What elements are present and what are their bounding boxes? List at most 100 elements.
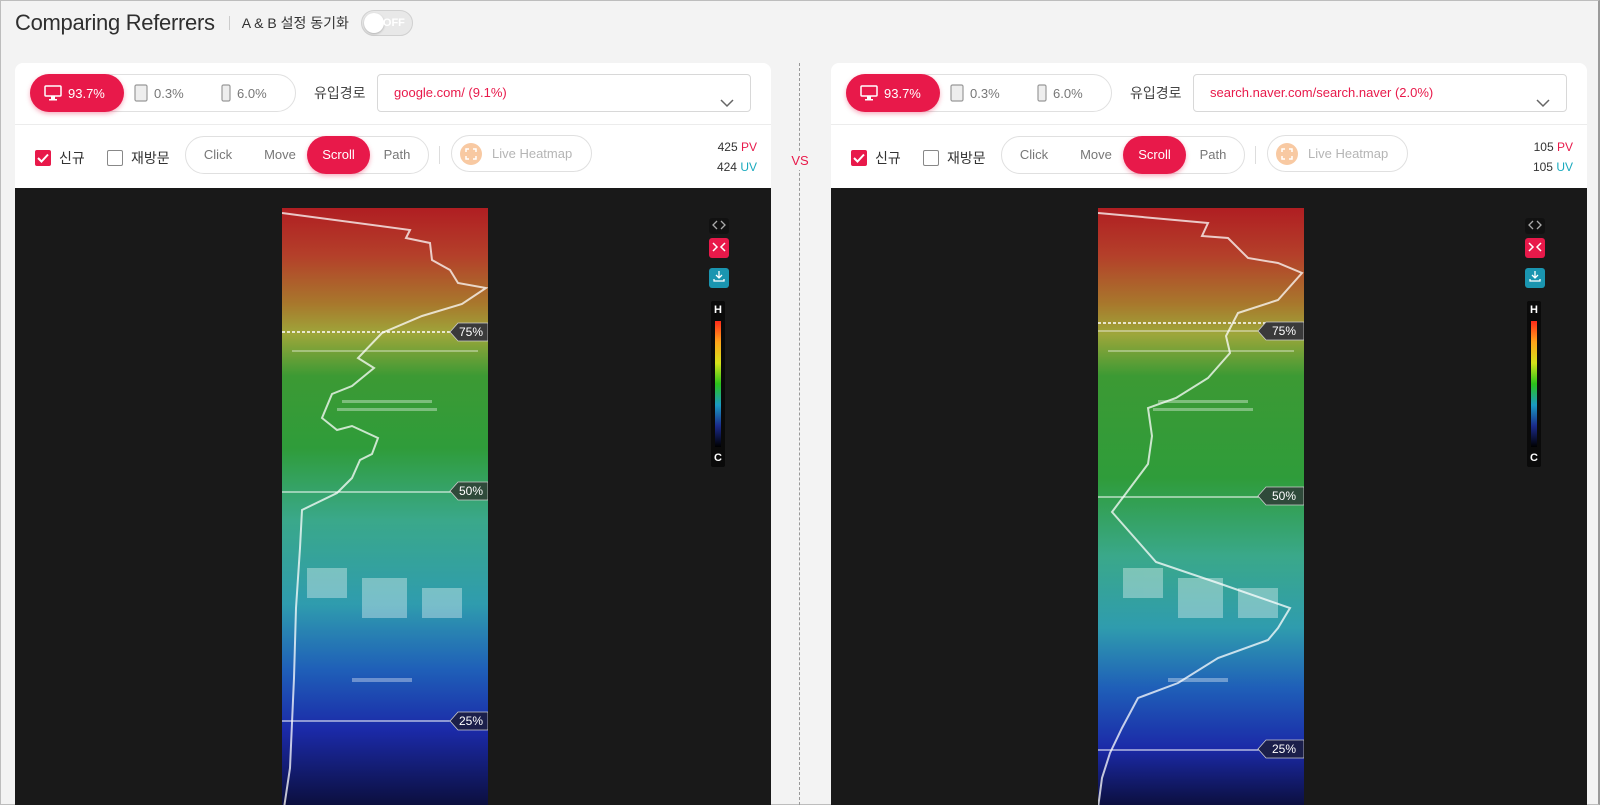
desktop-icon bbox=[860, 85, 878, 101]
pv-stat: 425 PV bbox=[717, 137, 757, 157]
filter-new-visitors[interactable]: 신규 bbox=[851, 148, 901, 168]
live-heatmap-label: Live Heatmap bbox=[492, 146, 573, 161]
panel-a-toolbar-bottom: 신규 재방문 Click Move Scroll Path Live Heatm… bbox=[15, 125, 771, 188]
vs-divider bbox=[799, 63, 800, 805]
filter-new-label: 신규 bbox=[875, 150, 901, 166]
live-heatmap-button[interactable]: Live Heatmap bbox=[1267, 135, 1408, 172]
marker-label-25: 25% bbox=[1272, 742, 1296, 756]
referrer-label: 유입경로 bbox=[1130, 85, 1182, 101]
uv-stat: 105 UV bbox=[1533, 157, 1573, 177]
toolbar-divider bbox=[439, 146, 440, 164]
device-desktop-button[interactable]: 93.7% bbox=[30, 74, 124, 112]
marker-label-50: 50% bbox=[1272, 489, 1296, 503]
heat-legend: H C bbox=[711, 301, 725, 467]
mode-scroll-button[interactable]: Scroll bbox=[1123, 136, 1186, 174]
panel-b-toolbar-bottom: 신규 재방문 Click Move Scroll Path Live Heatm… bbox=[831, 125, 1587, 188]
marker-label-75: 75% bbox=[1272, 324, 1296, 338]
visit-stats: 425 PV 424 UV bbox=[717, 137, 757, 177]
filter-new-label: 신규 bbox=[59, 150, 85, 166]
checkbox-icon bbox=[923, 150, 939, 166]
heatmap-mode-selector: Click Move Scroll Path bbox=[185, 136, 429, 174]
marker-label-75: 75% bbox=[459, 325, 483, 339]
mode-scroll-button[interactable]: Scroll bbox=[307, 136, 370, 174]
collapse-icon bbox=[711, 239, 727, 257]
collapse-button[interactable] bbox=[709, 238, 729, 258]
live-heatmap-button[interactable]: Live Heatmap bbox=[451, 135, 592, 172]
device-mobile-button[interactable]: 6.0% bbox=[1037, 75, 1083, 111]
chevron-down-icon bbox=[1536, 86, 1550, 122]
checkbox-icon bbox=[851, 150, 867, 166]
page-title: Comparing Referrers bbox=[15, 10, 215, 35]
toolbar-divider bbox=[1255, 146, 1256, 164]
device-desktop-share: 93.7% bbox=[68, 85, 105, 101]
live-heatmap-icon bbox=[1276, 142, 1298, 165]
page-header: Comparing Referrers A & B 설정 동기화 OFF bbox=[15, 8, 413, 38]
download-button[interactable] bbox=[1525, 268, 1545, 288]
device-mobile-button[interactable]: 6.0% bbox=[221, 75, 267, 111]
sync-toggle[interactable]: OFF bbox=[360, 10, 413, 36]
pv-label: PV bbox=[740, 140, 757, 154]
marker-label-25: 25% bbox=[459, 714, 483, 728]
device-desktop-share: 93.7% bbox=[884, 85, 921, 101]
panel-b-toolbar-top: 93.7% 0.3% 6.0% 유입경로 search.naver.com/se… bbox=[831, 63, 1587, 125]
device-tablet-button[interactable]: 0.3% bbox=[134, 75, 184, 111]
expand-arrows-icon bbox=[711, 217, 727, 235]
device-desktop-button[interactable]: 93.7% bbox=[846, 74, 940, 112]
toggle-knob bbox=[363, 13, 384, 33]
device-tablet-button[interactable]: 0.3% bbox=[950, 75, 1000, 111]
device-selector: 93.7% 0.3% 6.0% bbox=[846, 74, 1112, 112]
download-icon bbox=[713, 269, 725, 287]
panel-a: 93.7% 0.3% 6.0% 유입경로 google.com/ (9.1%) … bbox=[15, 63, 771, 805]
mode-path-button[interactable]: Path bbox=[373, 137, 421, 173]
filter-returning-visitors[interactable]: 재방문 bbox=[107, 148, 170, 168]
pv-count: 425 bbox=[717, 140, 738, 154]
expand-arrows-button[interactable] bbox=[1525, 218, 1545, 234]
filter-returning-label: 재방문 bbox=[131, 150, 170, 166]
device-mobile-share: 6.0% bbox=[1053, 85, 1083, 101]
visit-stats: 105 PV 105 UV bbox=[1533, 137, 1573, 177]
filter-new-visitors[interactable]: 신규 bbox=[35, 148, 85, 168]
desktop-icon bbox=[44, 85, 62, 101]
uv-count: 424 bbox=[716, 160, 737, 174]
mobile-icon bbox=[221, 84, 231, 102]
expand-arrows-icon bbox=[1527, 217, 1543, 235]
uv-count: 105 bbox=[1532, 160, 1553, 174]
download-icon bbox=[1529, 269, 1541, 287]
pv-stat: 105 PV bbox=[1533, 137, 1573, 157]
heatmap-mode-selector: Click Move Scroll Path bbox=[1001, 136, 1245, 174]
legend-gradient-bar bbox=[715, 321, 721, 447]
legend-cold-label: C bbox=[1530, 452, 1538, 464]
mode-click-button[interactable]: Click bbox=[1010, 137, 1058, 173]
referrer-select[interactable]: google.com/ (9.1%) bbox=[377, 74, 751, 112]
legend-high-label: H bbox=[714, 304, 722, 316]
mode-path-button[interactable]: Path bbox=[1189, 137, 1237, 173]
download-button[interactable] bbox=[709, 268, 729, 288]
heatmap-tools bbox=[709, 218, 729, 298]
toggle-state-text: OFF bbox=[382, 17, 405, 29]
checkbox-icon bbox=[107, 150, 123, 166]
panel-a-toolbar-top: 93.7% 0.3% 6.0% 유입경로 google.com/ (9.1%) bbox=[15, 63, 771, 125]
vs-label: VS bbox=[790, 152, 810, 170]
scroll-heatmap[interactable]: 75% 50% 25% bbox=[1098, 208, 1304, 805]
chevron-down-icon bbox=[720, 86, 734, 122]
tablet-icon bbox=[134, 84, 148, 102]
scroll-heatmap[interactable]: 75% 50% 25% bbox=[282, 208, 488, 805]
pv-label: PV bbox=[1556, 140, 1573, 154]
heat-legend: H C bbox=[1527, 301, 1541, 467]
referrer-value: google.com/ (9.1%) bbox=[394, 85, 507, 100]
expand-arrows-button[interactable] bbox=[709, 218, 729, 234]
referrer-select[interactable]: search.naver.com/search.naver (2.0%) bbox=[1193, 74, 1567, 112]
mode-move-button[interactable]: Move bbox=[252, 137, 308, 173]
collapse-icon bbox=[1527, 239, 1543, 257]
mode-move-button[interactable]: Move bbox=[1068, 137, 1124, 173]
uv-stat: 424 UV bbox=[717, 157, 757, 177]
collapse-button[interactable] bbox=[1525, 238, 1545, 258]
panel-b: 93.7% 0.3% 6.0% 유입경로 search.naver.com/se… bbox=[831, 63, 1587, 805]
sync-label: A & B 설정 동기화 bbox=[241, 15, 349, 31]
pv-count: 105 bbox=[1533, 140, 1554, 154]
filter-returning-visitors[interactable]: 재방문 bbox=[923, 148, 986, 168]
header-divider bbox=[228, 16, 230, 30]
device-mobile-share: 6.0% bbox=[237, 85, 267, 101]
mode-click-button[interactable]: Click bbox=[194, 137, 242, 173]
heatmap-tools bbox=[1525, 218, 1545, 298]
